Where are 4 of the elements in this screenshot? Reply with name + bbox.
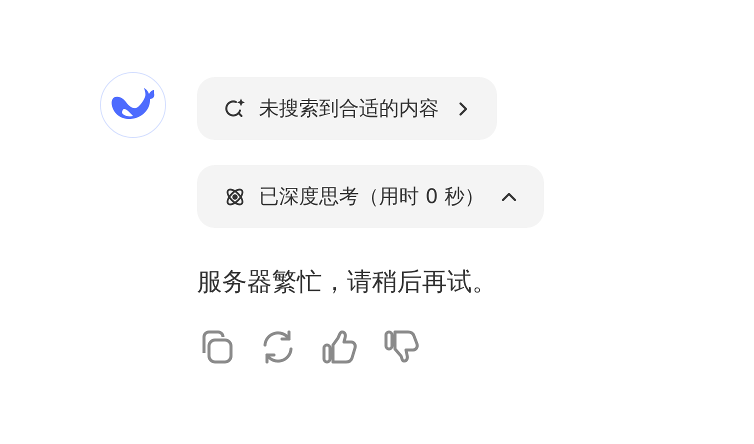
search-result-chip[interactable]: 未搜索到合适的内容 [197, 77, 497, 140]
thumbs-up-icon[interactable] [321, 328, 359, 366]
message-text: 服务器繁忙，请稍后再试。 [197, 266, 497, 298]
thinking-toggle[interactable]: 已深度思考（用时 0 秒） [197, 165, 544, 228]
